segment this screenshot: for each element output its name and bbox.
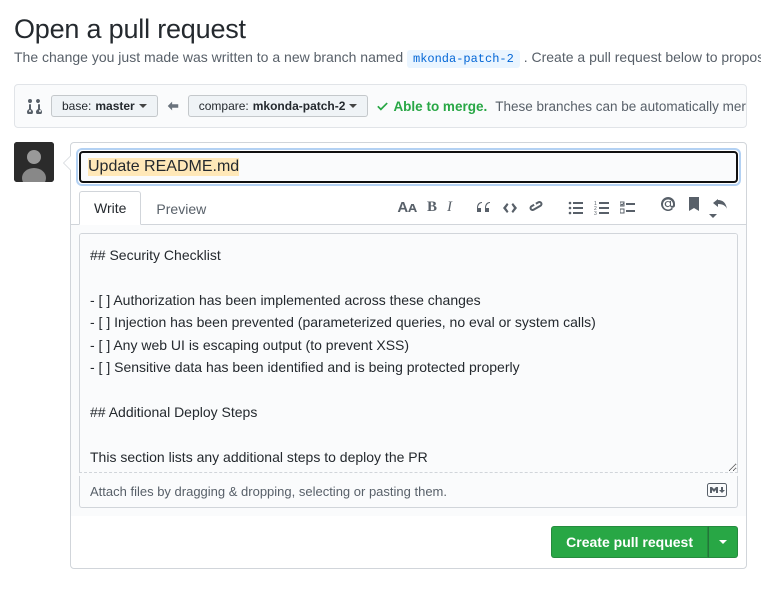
git-compare-icon: [27, 98, 43, 114]
comment-form: Write Preview Aᴀ B I 123: [70, 142, 747, 569]
link-icon[interactable]: [528, 200, 544, 216]
merge-status-ok: Able to merge.: [376, 99, 487, 114]
pr-body-textarea[interactable]: [79, 233, 738, 473]
subtitle-post: . Create a pull request below to propose…: [524, 49, 761, 65]
subtitle-pre: The change you just made was written to …: [14, 49, 407, 65]
markdown-toolbar: Aᴀ B I 123: [387, 196, 738, 220]
merge-ok-label: Able to merge.: [393, 99, 487, 114]
caret-down-icon: [719, 540, 727, 544]
quote-icon[interactable]: [476, 200, 492, 216]
attach-hint: Attach files by dragging & dropping, sel…: [90, 484, 447, 499]
arrow-left-icon: [166, 99, 180, 113]
compare-branch-select[interactable]: compare: mkonda-patch-2: [188, 95, 369, 117]
attach-files-bar[interactable]: Attach files by dragging & dropping, sel…: [79, 476, 738, 508]
bulleted-list-icon[interactable]: [568, 200, 584, 216]
svg-text:3: 3: [594, 211, 597, 216]
branch-name-pill: mkonda-patch-2: [407, 50, 520, 68]
pr-title-input[interactable]: [79, 151, 738, 183]
base-branch: master: [95, 99, 134, 113]
reply-icon[interactable]: [712, 196, 728, 220]
task-list-icon[interactable]: [620, 200, 636, 216]
base-branch-select[interactable]: base: master: [51, 95, 158, 117]
tab-preview[interactable]: Preview: [141, 192, 221, 225]
markdown-icon: [707, 483, 727, 500]
text-size-icon[interactable]: Aᴀ: [397, 199, 417, 216]
compare-branch: mkonda-patch-2: [253, 99, 346, 113]
base-label: base:: [62, 99, 91, 113]
bold-icon[interactable]: B: [427, 199, 437, 216]
avatar: [14, 142, 54, 182]
compare-label: compare:: [199, 99, 249, 113]
bookmark-icon[interactable]: [686, 196, 702, 220]
code-icon[interactable]: [502, 200, 518, 216]
create-pull-request-options[interactable]: [708, 526, 738, 558]
italic-icon[interactable]: I: [447, 199, 452, 216]
caret-down-icon: [139, 104, 147, 108]
caret-down-icon: [349, 104, 357, 108]
create-pull-request-button[interactable]: Create pull request: [551, 526, 708, 558]
merge-info-text: These branches can be automatically merg…: [495, 99, 747, 114]
page-subtitle: The change you just made was written to …: [14, 49, 747, 68]
mention-icon[interactable]: [660, 196, 676, 220]
numbered-list-icon[interactable]: 123: [594, 200, 610, 216]
compare-bar: base: master compare: mkonda-patch-2 Abl…: [14, 84, 747, 128]
page-title: Open a pull request: [14, 14, 747, 45]
tabnav: Write Preview Aᴀ B I 123: [71, 191, 746, 225]
tab-write[interactable]: Write: [79, 191, 141, 225]
